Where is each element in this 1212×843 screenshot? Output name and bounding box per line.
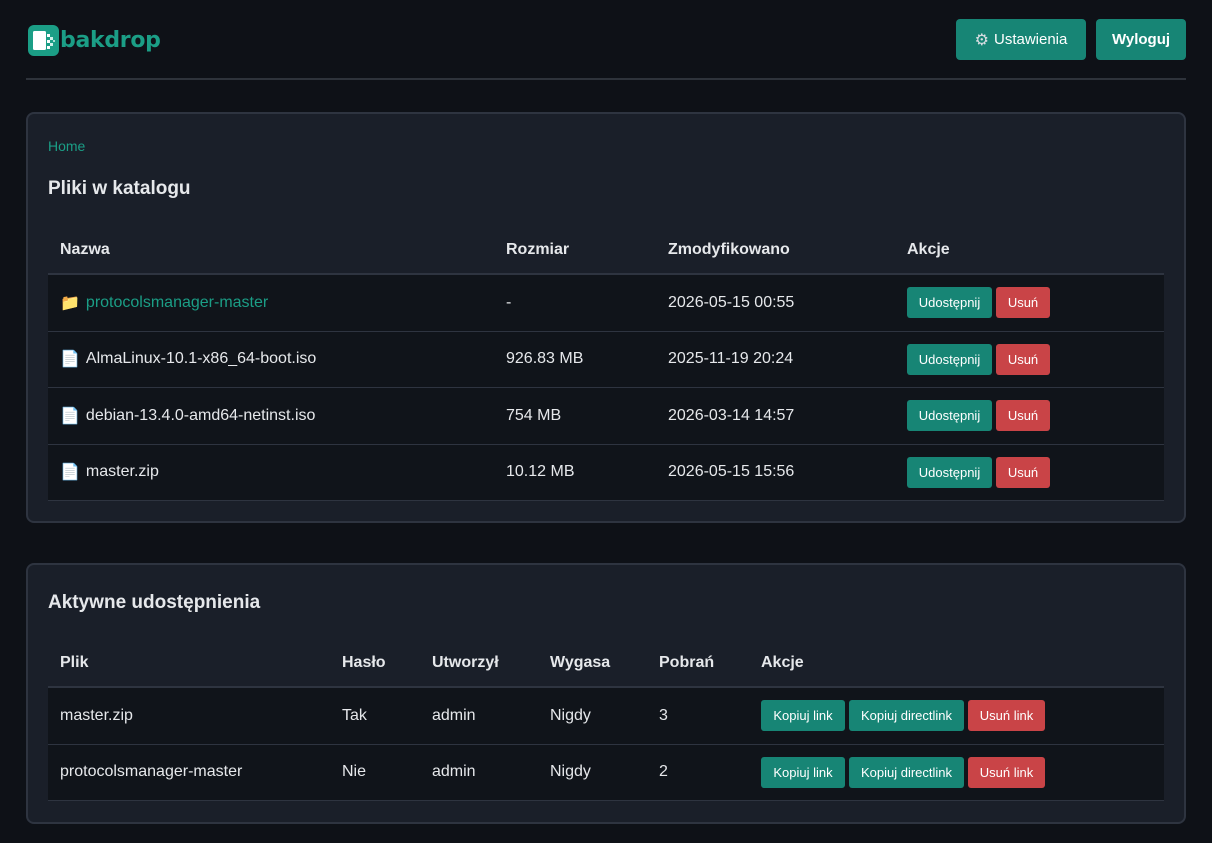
logo-icon: [28, 25, 59, 56]
file-icon: 📄: [60, 464, 80, 482]
file-icon: 📄: [60, 351, 80, 369]
files-table-header: Nazwa Rozmiar Zmodyfikowano Akcje: [48, 226, 1164, 275]
column-header-actions: Akcje: [761, 653, 804, 671]
file-actions: Udostępnij Usuń: [895, 343, 1164, 375]
share-password: Tak: [342, 706, 367, 724]
file-name: master.zip: [85, 463, 159, 481]
delete-button[interactable]: Usuń: [996, 343, 1050, 375]
files-panel-title: Pliki w katalogu: [48, 178, 191, 199]
folder-link[interactable]: protocolsmanager-master: [86, 294, 268, 311]
share-password: Nie: [342, 763, 367, 781]
column-header-file: Plik: [60, 653, 89, 671]
column-header-downloads: Pobrań: [659, 653, 715, 671]
share-button[interactable]: Udostępnij: [907, 400, 992, 432]
table-row: master.zip Tak admin Nigdy 3 Kopiuj link…: [48, 688, 1164, 745]
top-header: bakdrop ⚙ Ustawienia Wyloguj: [26, 0, 1186, 80]
column-header-expires: Wygasa: [550, 653, 611, 671]
column-header-created-by: Utworzył: [432, 653, 499, 671]
table-row: 📄 master.zip 10.12 MB 2026-05-15 15:56 Ud…: [48, 444, 1164, 501]
share-expires: Nigdy: [550, 763, 591, 781]
share-button[interactable]: Udostępnij: [907, 287, 992, 319]
file-actions: Udostępnij Usuń: [895, 400, 1164, 432]
breadcrumb-home[interactable]: Home: [48, 138, 85, 154]
share-actions: Kopiuj link Kopiuj directlink Usuń link: [749, 756, 1164, 788]
share-downloads: 2: [659, 763, 668, 781]
file-actions: Udostępnij Usuń: [895, 287, 1164, 319]
table-row: protocolsmanager-master Nie admin Nigdy …: [48, 744, 1164, 801]
shares-table: Plik Hasło Utworzył Wygasa Pobrań Akcje …: [48, 639, 1164, 801]
file-modified: 2026-03-14 14:57: [668, 406, 795, 424]
settings-label: Ustawienia: [993, 31, 1068, 48]
share-created-by: admin: [432, 706, 476, 724]
file-modified: 2026-05-15 15:56: [668, 463, 795, 481]
column-header-modified[interactable]: Zmodyfikowano: [656, 241, 895, 259]
share-button[interactable]: Udostępnij: [907, 343, 992, 375]
file-name: AlmaLinux-10.1-x86_64-boot.iso: [85, 350, 317, 368]
delete-button[interactable]: Usuń: [996, 400, 1050, 432]
file-size: 926.83 MB: [506, 350, 584, 368]
file-size: 754 MB: [506, 406, 562, 424]
app-logo[interactable]: bakdrop: [28, 25, 161, 56]
copy-directlink-button[interactable]: Kopiuj directlink: [849, 756, 964, 788]
file-name-cell: 📁 protocolsmanager-master: [48, 293, 494, 313]
delete-link-button[interactable]: Usuń link: [968, 756, 1045, 788]
share-file: protocolsmanager-master: [60, 763, 243, 781]
share-downloads: 3: [659, 706, 668, 724]
file-size: -: [506, 293, 512, 311]
file-name: debian-13.4.0-amd64-netinst.iso: [85, 406, 316, 424]
share-file: master.zip: [60, 706, 133, 724]
share-expires: Nigdy: [550, 706, 591, 724]
share-actions: Kopiuj link Kopiuj directlink Usuń link: [749, 700, 1164, 732]
table-row: 📄 AlmaLinux-10.1-x86_64-boot.iso 926.83 M…: [48, 331, 1164, 388]
copy-link-button[interactable]: Kopiuj link: [761, 756, 845, 788]
files-table: Nazwa Rozmiar Zmodyfikowano Akcje 📁 proto…: [48, 226, 1164, 501]
file-size: 10.12 MB: [506, 463, 575, 481]
file-name-cell: 📄 master.zip: [48, 462, 494, 482]
file-icon: 📄: [60, 407, 80, 425]
logo-text: bakdrop: [60, 28, 161, 53]
share-button[interactable]: Udostępnij: [907, 456, 992, 488]
files-panel: Home Pliki w katalogu Nazwa Rozmiar Zmod…: [26, 112, 1186, 523]
file-modified: 2026-05-15 00:55: [668, 293, 795, 311]
copy-directlink-button[interactable]: Kopiuj directlink: [849, 700, 964, 732]
shares-table-header: Plik Hasło Utworzył Wygasa Pobrań Akcje: [48, 639, 1164, 688]
logout-button[interactable]: Wyloguj: [1096, 19, 1186, 60]
file-actions: Udostępnij Usuń: [895, 456, 1164, 488]
file-name-cell: 📄 debian-13.4.0-amd64-netinst.iso: [48, 406, 494, 426]
delete-link-button[interactable]: Usuń link: [968, 700, 1045, 732]
settings-button[interactable]: ⚙ Ustawienia: [956, 19, 1086, 60]
column-header-name[interactable]: Nazwa: [48, 241, 494, 259]
delete-button[interactable]: Usuń: [996, 287, 1050, 319]
share-created-by: admin: [432, 763, 476, 781]
table-row: 📄 debian-13.4.0-amd64-netinst.iso 754 MB …: [48, 388, 1164, 445]
column-header-actions: Akcje: [907, 240, 950, 258]
copy-link-button[interactable]: Kopiuj link: [761, 700, 845, 732]
delete-button[interactable]: Usuń: [996, 456, 1050, 488]
folder-icon: 📁: [60, 294, 80, 312]
file-name-cell: 📄 AlmaLinux-10.1-x86_64-boot.iso: [48, 349, 494, 369]
table-row: 📁 protocolsmanager-master - 2026-05-15 00…: [48, 275, 1164, 332]
gear-icon: ⚙: [974, 31, 989, 49]
shares-panel: Aktywne udostępnienia Plik Hasło Utworzy…: [26, 563, 1186, 824]
shares-panel-title: Aktywne udostępnienia: [48, 592, 261, 613]
column-header-size[interactable]: Rozmiar: [494, 241, 656, 259]
file-modified: 2025-11-19 20:24: [668, 350, 794, 368]
column-header-password: Hasło: [342, 653, 386, 671]
